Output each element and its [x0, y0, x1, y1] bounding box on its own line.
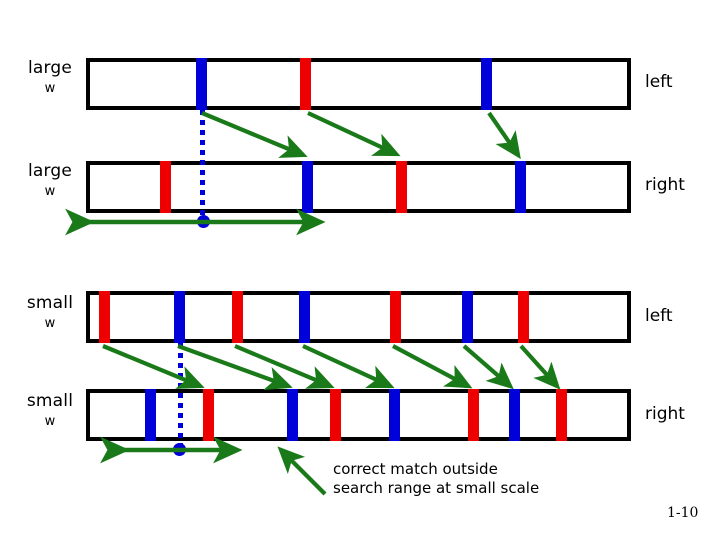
page-number: 1-10 — [667, 505, 699, 521]
caption-pointer — [277, 446, 327, 496]
signal-bar-small-right — [86, 389, 631, 441]
signal-bar-large-right — [86, 161, 631, 213]
feature-mark — [99, 291, 110, 343]
reference-line-small — [178, 343, 183, 451]
slide-canvas: large w left large w right small w left … — [0, 0, 720, 540]
caption-arrow — [277, 446, 327, 496]
row-label-window: w — [44, 316, 56, 331]
feature-mark — [330, 389, 341, 441]
caption-text: correct match outside search range at sm… — [333, 460, 540, 497]
reference-line-large — [200, 110, 205, 222]
side-label-left-1: left — [645, 72, 673, 92]
row-label-scale: small — [26, 293, 74, 313]
side-label-left-2: left — [645, 306, 673, 326]
feature-mark — [287, 389, 298, 441]
signal-bar-small-left — [86, 291, 631, 343]
match-arrows-small-scale — [102, 344, 561, 390]
search-range-center-dot-large — [197, 215, 210, 228]
feature-mark — [468, 389, 479, 441]
feature-mark — [300, 58, 311, 110]
row-label-small-right: small w — [14, 390, 86, 432]
row-label-large-left: large w — [14, 57, 86, 99]
feature-mark — [462, 291, 473, 343]
row-label-scale: large — [27, 58, 73, 78]
feature-mark — [203, 389, 214, 441]
match-arrow — [302, 344, 395, 389]
feature-mark — [515, 161, 526, 213]
feature-mark — [556, 389, 567, 441]
feature-mark — [145, 389, 156, 441]
feature-mark — [390, 291, 401, 343]
row-label-large-right: large w — [14, 160, 86, 202]
feature-mark — [389, 389, 400, 441]
feature-mark — [160, 161, 171, 213]
row-label-window: w — [44, 184, 56, 199]
feature-mark — [299, 291, 310, 343]
match-arrow — [462, 344, 514, 390]
match-arrow — [177, 344, 293, 390]
match-arrow — [201, 111, 308, 158]
match-arrow — [392, 344, 473, 389]
feature-mark — [481, 58, 492, 110]
feature-mark — [509, 389, 520, 441]
feature-mark — [174, 291, 185, 343]
row-label-window: w — [44, 81, 56, 96]
match-arrow — [234, 344, 335, 389]
match-arrows-large-scale — [201, 111, 521, 160]
feature-mark — [518, 291, 529, 343]
signal-bar-large-left — [86, 58, 631, 110]
feature-mark — [232, 291, 243, 343]
feature-mark — [196, 58, 207, 110]
search-range-center-dot-small — [173, 443, 186, 456]
row-label-window: w — [44, 414, 56, 429]
feature-mark — [396, 161, 407, 213]
side-label-right-2: right — [645, 404, 685, 424]
match-arrow — [102, 344, 205, 389]
row-label-small-left: small w — [14, 292, 86, 334]
row-label-scale: large — [27, 161, 73, 181]
match-arrow — [487, 111, 521, 160]
match-arrow — [307, 111, 401, 157]
row-label-scale: small — [26, 391, 74, 411]
side-label-right-1: right — [645, 175, 685, 195]
match-arrow — [519, 344, 561, 390]
feature-mark — [302, 161, 313, 213]
